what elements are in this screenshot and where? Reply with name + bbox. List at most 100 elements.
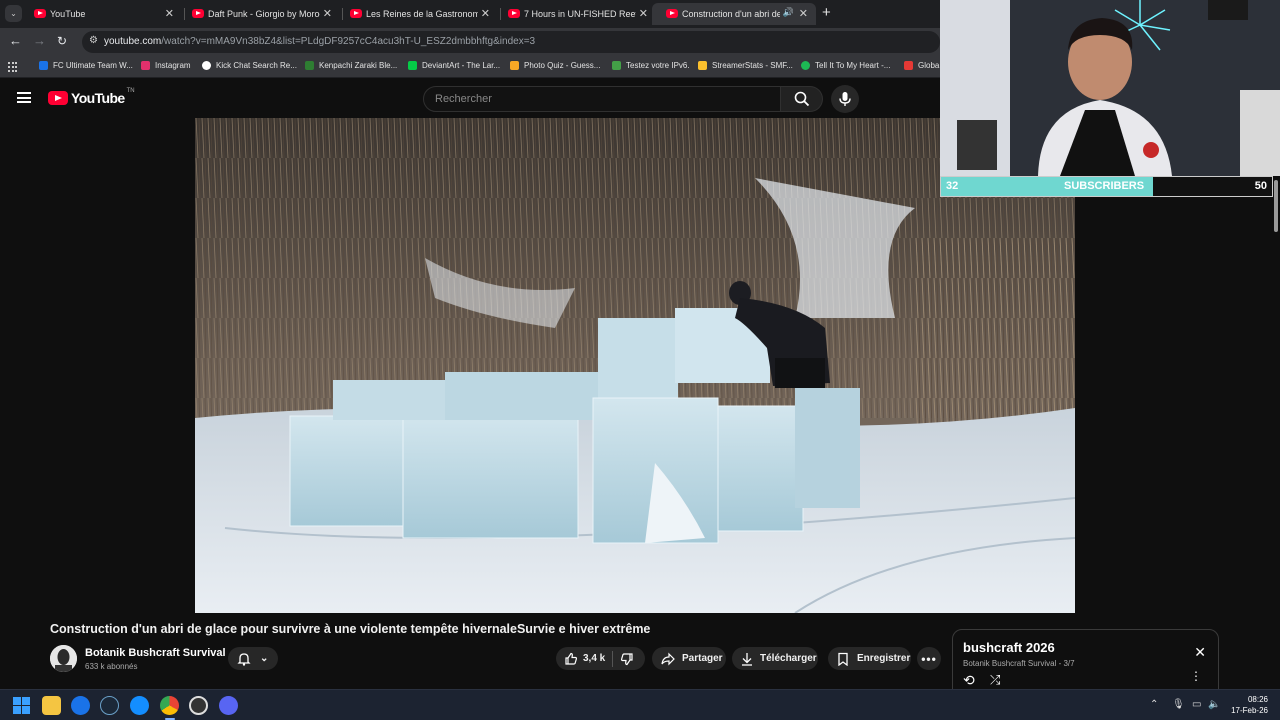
url-host: youtube.com [104, 36, 162, 47]
chrome-icon[interactable] [160, 696, 179, 715]
close-tab-icon[interactable]: ✕ [481, 7, 490, 20]
instagram-icon [141, 61, 150, 70]
address-bar[interactable]: ⚙ youtube.com/watch?v=mMA9Vn38bZ4&list=P… [82, 31, 940, 53]
microphone-tray-icon[interactable]: 🎙 [1172, 699, 1185, 710]
dislike-button[interactable] [620, 652, 634, 666]
system-clock[interactable]: 08:26 17-Feb-26 [1231, 694, 1268, 716]
more-horizontal-icon: ••• [921, 651, 937, 666]
bookmark-label: Instagram [155, 61, 191, 70]
bookmarks-bar: FC Ultimate Team W... Instagram Kick Cha… [0, 56, 940, 78]
tab-daft-punk[interactable]: Daft Punk - Giorgio by Moroder ✕ [178, 3, 340, 25]
search-icon [794, 91, 810, 107]
like-dislike-group: 3,4 k [556, 647, 645, 670]
loop-icon[interactable]: ⟲ [963, 672, 975, 689]
close-tab-icon[interactable]: ✕ [323, 7, 332, 20]
streamer-webcam [940, 0, 1280, 176]
youtube-logo[interactable]: YouTube TN [48, 88, 135, 106]
bookmark-instagram[interactable]: Instagram [141, 61, 191, 70]
tab-unfished-reef[interactable]: 7 Hours in UN-FISHED Reef Hol ✕ [494, 3, 656, 25]
outlook-icon[interactable] [71, 696, 90, 715]
tab-reines-gastronomie[interactable]: Les Reines de la Gastronomie d ✕ [336, 3, 498, 25]
download-icon [742, 652, 752, 666]
channel-subscriber-count: 633 k abonnés [85, 662, 138, 671]
microphone-icon [839, 92, 851, 106]
close-tab-icon[interactable]: ✕ [639, 7, 648, 20]
bookmark-photo-quiz[interactable]: Photo Quiz - Guess... [510, 61, 600, 70]
like-button[interactable]: 3,4 k [556, 652, 605, 666]
bookmark-fc-ultimate[interactable]: FC Ultimate Team W... [39, 61, 133, 70]
bookmark-favicon-icon [39, 61, 48, 70]
download-button[interactable]: Télécharger [732, 647, 818, 670]
search-field[interactable] [423, 86, 781, 112]
discord-icon[interactable] [219, 696, 238, 715]
bookmark-label: Tell It To My Heart -... [815, 61, 891, 70]
tab-construction-abri[interactable]: Construction d'un abri de g 🔊 ✕ [652, 3, 816, 25]
spotify-icon [801, 61, 810, 70]
bookmark-kenpachi[interactable]: Kenpachi Zaraki Ble... [305, 61, 397, 70]
chevron-up-icon[interactable]: ⌃ [1150, 699, 1158, 710]
forward-icon[interactable]: → [33, 34, 46, 48]
back-icon[interactable]: ← [9, 34, 22, 48]
bookmark-streamerstats[interactable]: StreamerStats - SMF... [698, 61, 793, 70]
more-actions-button[interactable]: ••• [917, 647, 941, 670]
country-code: TN [126, 88, 135, 94]
bookmark-favicon-icon [698, 61, 707, 70]
close-tab-icon[interactable]: ✕ [165, 7, 174, 20]
url-path: /watch?v=mMA9Vn38bZ4&list=PLdgDF9257cC4a… [161, 36, 536, 47]
battlenet-icon[interactable] [130, 696, 149, 715]
speaker-icon[interactable]: 🔊 [783, 7, 794, 18]
chevron-down-icon: ⌄ [260, 653, 269, 664]
bookmark-tell-it[interactable]: Tell It To My Heart -... [801, 61, 890, 70]
display-icon[interactable]: ▭ [1192, 699, 1201, 710]
bookmark-icon [838, 652, 848, 666]
volume-icon[interactable]: 🔈 [1208, 699, 1220, 710]
tab-youtube[interactable]: YouTube ✕ [20, 3, 182, 25]
bookmark-label: DeviantArt - The Lar... [422, 61, 501, 70]
bookmark-favicon-icon [904, 61, 913, 70]
bookmark-label: Globa [918, 61, 940, 70]
notification-bell-button[interactable]: ⌄ [228, 647, 278, 670]
playlist-title[interactable]: bushcraft 2026 [963, 640, 1055, 655]
subscriber-goal: 50 [1254, 180, 1267, 192]
thumbs-down-icon [621, 652, 633, 665]
site-info-icon[interactable]: ⚙ [89, 35, 98, 46]
bell-icon [237, 652, 251, 666]
apps-grid-icon[interactable] [8, 62, 18, 72]
new-tab-icon[interactable]: + [822, 4, 831, 21]
voice-search-button[interactable] [831, 85, 859, 113]
save-button[interactable]: Enregistrer [828, 647, 911, 670]
share-icon [661, 652, 675, 665]
search-button[interactable] [781, 86, 823, 112]
bookmark-favicon-icon [510, 61, 519, 70]
share-label: Partager [682, 653, 723, 664]
hamburger-menu-icon[interactable] [17, 92, 31, 103]
reload-icon[interactable]: ↻ [57, 34, 67, 48]
windows-taskbar: ⌃ 🎙 ▭ 🔈 08:26 17-Feb-26 [0, 689, 1280, 720]
page-scrollbar[interactable] [1272, 176, 1280, 236]
search-input[interactable] [424, 87, 780, 111]
tab-title: Les Reines de la Gastronomie d [366, 9, 478, 19]
file-explorer-icon[interactable] [42, 696, 61, 715]
like-count: 3,4 k [583, 653, 606, 664]
channel-name[interactable]: Botanik Bushcraft Survival [85, 647, 226, 659]
bookmark-deviantart[interactable]: DeviantArt - The Lar... [408, 61, 500, 70]
steam-icon[interactable] [100, 696, 119, 715]
bookmark-favicon-icon [202, 61, 211, 70]
tab-title: YouTube [50, 9, 86, 19]
close-tab-icon[interactable]: ✕ [799, 7, 808, 20]
shuffle-icon[interactable]: ⤮ [990, 672, 1000, 688]
more-vertical-icon[interactable]: ⋮ [1190, 670, 1202, 682]
logo-wordmark: YouTube [71, 90, 125, 106]
bookmark-globa[interactable]: Globa [904, 61, 939, 70]
share-button[interactable]: Partager [652, 647, 726, 670]
tab-title: Daft Punk - Giorgio by Moroder [208, 9, 320, 19]
youtube-favicon-icon [508, 9, 520, 18]
windows-start-icon[interactable] [13, 697, 30, 714]
bookmark-favicon-icon [305, 61, 314, 70]
channel-avatar[interactable] [50, 645, 77, 672]
obs-icon[interactable] [189, 696, 208, 715]
close-icon[interactable]: ✕ [1194, 644, 1206, 661]
bookmark-ipv6[interactable]: Testez votre IPv6. [612, 61, 690, 70]
subscriber-label: SUBSCRIBERS [1064, 180, 1145, 192]
bookmark-kick-chat[interactable]: Kick Chat Search Re... [202, 61, 297, 70]
